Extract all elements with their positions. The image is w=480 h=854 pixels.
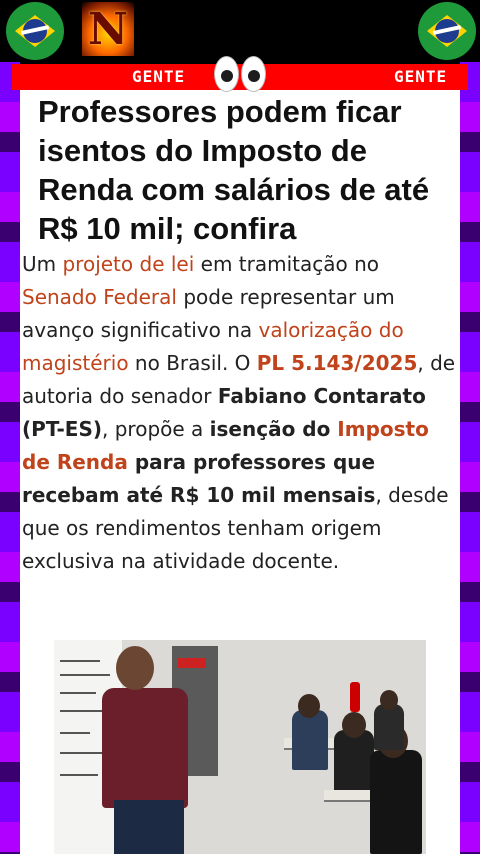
top-bar: N xyxy=(0,0,480,62)
bold-text: isenção do xyxy=(209,417,338,441)
urgent-label: GENTE xyxy=(394,67,448,86)
article-headline: Professores podem ficar isentos do Impos… xyxy=(38,94,430,246)
article-body: Um projeto de lei em tramitação no Senad… xyxy=(22,248,460,578)
body-text: Um xyxy=(22,252,63,276)
urgent-label: GENTE xyxy=(132,67,186,86)
eyes-emoji-icon xyxy=(214,56,266,92)
teacher-head xyxy=(116,646,154,690)
right-decorative-strip xyxy=(460,62,480,854)
brazil-flag-icon xyxy=(6,2,64,60)
link-senado-federal[interactable]: Senado Federal xyxy=(22,285,177,309)
article-card: Professores podem ficar isentos do Impos… xyxy=(20,86,460,854)
body-text: no Brasil. O xyxy=(128,351,257,375)
student-head xyxy=(380,690,398,710)
student-figure xyxy=(292,710,328,770)
logo-letter: N xyxy=(87,3,129,55)
teacher-figure xyxy=(102,688,188,808)
brazil-flag-icon xyxy=(418,2,476,60)
student-head xyxy=(342,712,366,738)
body-text: em tramitação no xyxy=(194,252,379,276)
link-projeto-de-lei[interactable]: projeto de lei xyxy=(62,252,194,276)
fire-extinguisher xyxy=(350,682,360,712)
classroom-photo xyxy=(54,640,426,854)
link-pl-5143-2025[interactable]: PL 5.143/2025 xyxy=(257,351,418,375)
student-figure xyxy=(374,704,404,750)
teacher-legs xyxy=(114,800,184,854)
left-decorative-strip xyxy=(0,62,20,854)
flaming-n-logo-icon: N xyxy=(82,2,134,56)
student-figure xyxy=(370,750,422,854)
student-head xyxy=(298,694,320,718)
body-text: , propõe a xyxy=(102,417,210,441)
